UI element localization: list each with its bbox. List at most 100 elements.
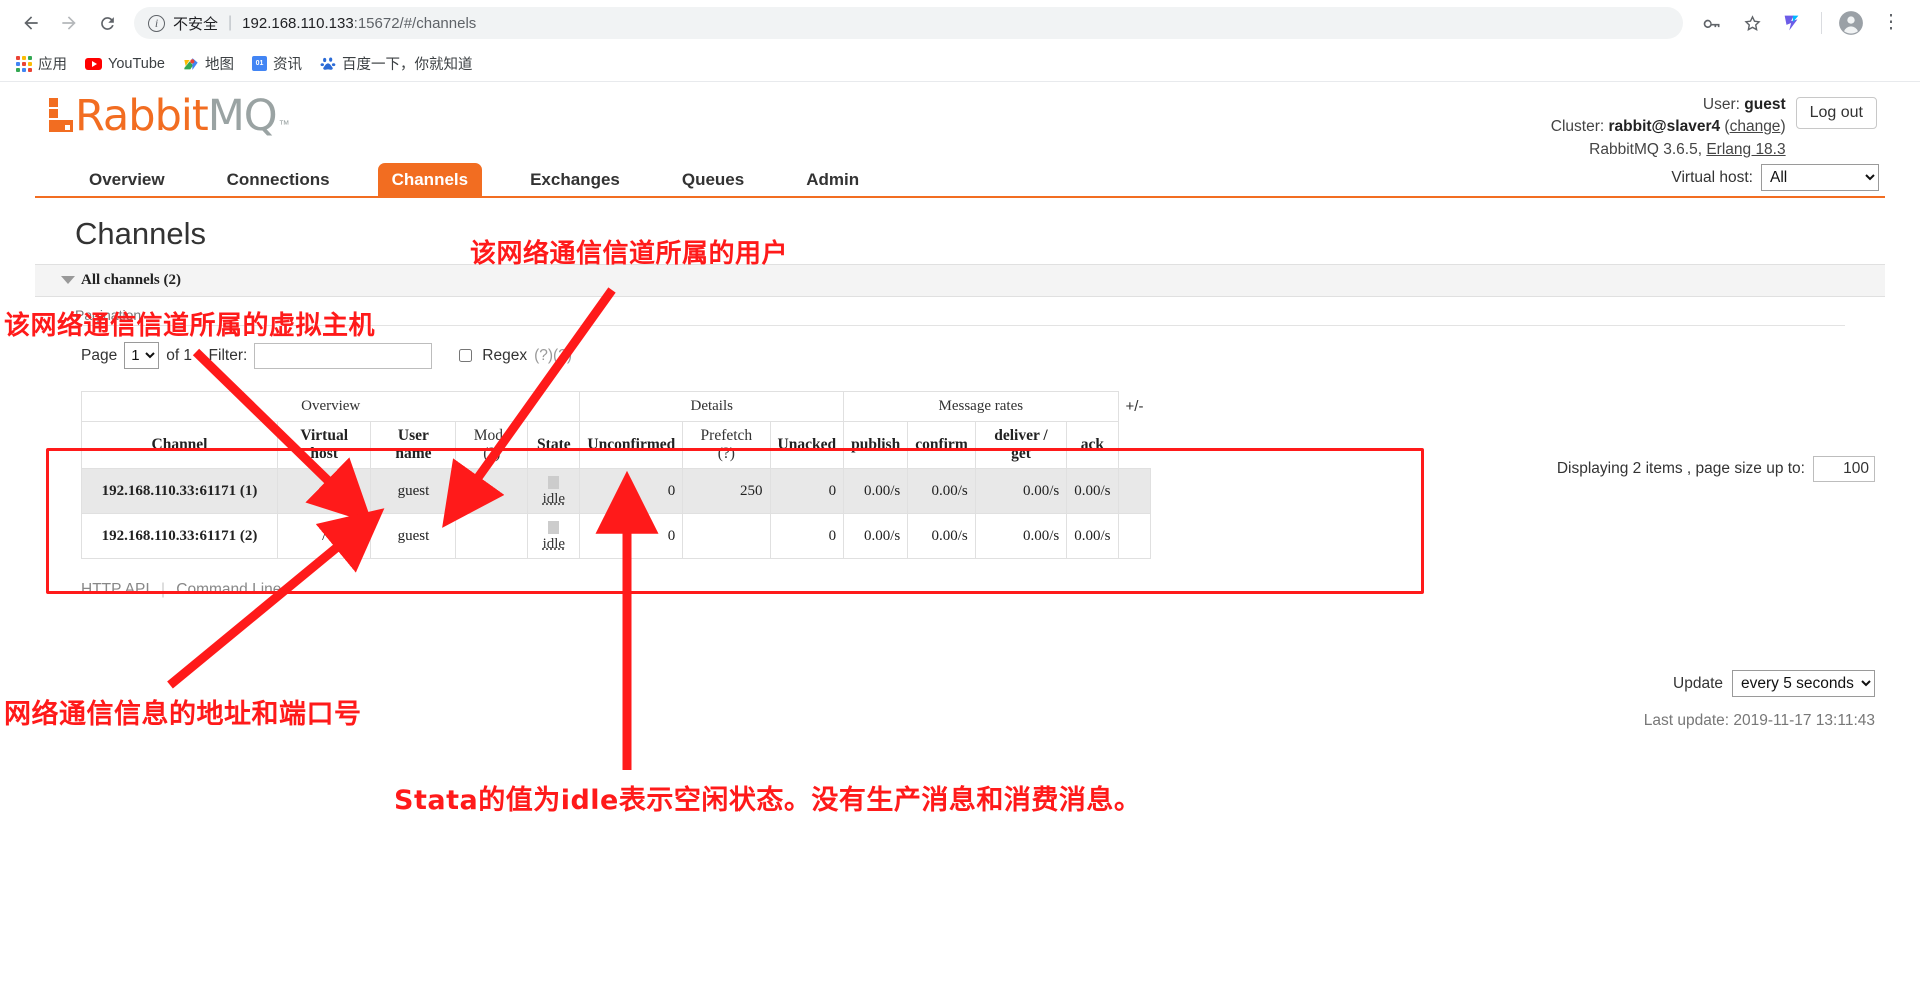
- reload-icon[interactable]: [90, 6, 124, 40]
- nav-list: Overview Connections Channels Exchanges …: [75, 163, 907, 196]
- apps-grid-icon: [16, 55, 32, 72]
- logo-rabbit-text: Rabbit: [75, 91, 209, 141]
- bookmark-label: YouTube: [108, 55, 165, 72]
- key-icon[interactable]: [1697, 8, 1727, 38]
- address-bar[interactable]: i 不安全 | 192.168.110.133:15672/#/channels: [134, 7, 1683, 39]
- browser-toolbar: i 不安全 | 192.168.110.133:15672/#/channels…: [0, 0, 1920, 46]
- nav-item-connections[interactable]: Connections: [213, 163, 344, 196]
- url-path: :15672/#/channels: [353, 14, 477, 32]
- update-label: Update: [1673, 674, 1723, 692]
- user-line: User: guest: [1551, 94, 1786, 116]
- user-name: guest: [1744, 96, 1786, 113]
- page-label: Page: [81, 346, 118, 364]
- annotation-text-3: 网络通信信息的地址和端口号: [4, 699, 362, 730]
- logo-trademark: ™: [278, 118, 290, 131]
- star-icon[interactable]: [1737, 8, 1767, 38]
- regex-checkbox[interactable]: [459, 349, 473, 362]
- browser-chrome: i 不安全 | 192.168.110.133:15672/#/channels…: [0, 0, 1920, 82]
- regex-label: Regex: [482, 346, 528, 364]
- youtube-icon: [85, 57, 102, 70]
- bookmark-maps[interactable]: 地图: [183, 53, 234, 74]
- filter-input[interactable]: [254, 342, 433, 369]
- nav-link-connections[interactable]: Connections: [213, 163, 344, 196]
- all-channels-label: All channels (2): [81, 272, 182, 288]
- nav-item-admin[interactable]: Admin: [792, 163, 873, 196]
- cluster-label: Cluster:: [1550, 118, 1605, 136]
- group-header-overview: Overview: [80, 391, 581, 422]
- displaying-text: Displaying 2 items , page size up to:: [1556, 460, 1805, 477]
- update-interval-control: Update every 5 seconds: [1673, 670, 1875, 697]
- bookmark-news[interactable]: 01 资讯: [251, 53, 302, 74]
- nav-item-queues[interactable]: Queues: [668, 163, 758, 196]
- virtual-host-selector: Virtual host: All: [1671, 164, 1879, 191]
- rabbitmq-version: RabbitMQ 3.6.5,: [1589, 140, 1703, 158]
- profile-avatar-icon[interactable]: [1836, 8, 1866, 38]
- chevron-down-icon[interactable]: [61, 276, 75, 284]
- bookmark-baidu[interactable]: 百度一下，你就知道: [320, 53, 473, 74]
- logo-wordmark: RabbitMQ: [75, 95, 278, 138]
- table-highlight-box: [46, 448, 1424, 594]
- baidu-icon: [320, 56, 336, 72]
- regex-help-icon[interactable]: (?)(?): [534, 347, 572, 365]
- url-text: 192.168.110.133:15672/#/channels: [242, 15, 476, 32]
- regex-option: Regex (?)(?): [455, 346, 572, 365]
- nav-link-admin[interactable]: Admin: [792, 163, 873, 196]
- url-host: 192.168.110.133: [242, 14, 354, 32]
- nav-item-exchanges[interactable]: Exchanges: [516, 163, 634, 196]
- bookmark-youtube[interactable]: YouTube: [85, 56, 165, 72]
- page-number-select[interactable]: 1: [124, 342, 160, 369]
- logo-mq-text: MQ: [207, 91, 278, 141]
- user-label: User:: [1702, 96, 1740, 113]
- logout-button[interactable]: Log out: [1795, 97, 1877, 129]
- nav-item-channels[interactable]: Channels: [377, 163, 483, 196]
- last-update-text: Last update: 2019-11-17 13:11:43: [1643, 712, 1875, 729]
- google-maps-icon: [183, 56, 199, 72]
- filter-label: - Filter:: [199, 346, 248, 364]
- url-divider: |: [228, 14, 233, 31]
- update-interval-select[interactable]: every 5 seconds: [1732, 670, 1875, 697]
- all-channels-section-header[interactable]: All channels (2): [35, 264, 1885, 297]
- nav-link-queues[interactable]: Queues: [668, 163, 758, 196]
- nav-item-overview[interactable]: Overview: [75, 163, 179, 196]
- rabbitmq-logo-mark-icon: [49, 97, 73, 132]
- bookmark-apps[interactable]: 应用: [16, 53, 67, 74]
- site-info-icon[interactable]: i: [148, 14, 165, 32]
- nav-link-channels[interactable]: Channels: [377, 163, 483, 196]
- toolbar-icon-group: ⋮: [1697, 8, 1906, 38]
- cluster-name: rabbit@slaver4: [1608, 118, 1721, 136]
- kebab-menu-icon[interactable]: ⋮: [1876, 8, 1906, 38]
- group-header-message-rates: Message rates: [843, 391, 1119, 422]
- nav-link-overview[interactable]: Overview: [75, 163, 179, 196]
- bookmark-label: 百度一下，你就知道: [341, 57, 473, 73]
- annotation-text-4: Stata的值为idle表示空闲状态。没有生产消息和消费消息。: [394, 785, 1142, 816]
- pagination-divider: [75, 325, 1845, 326]
- site-header: RabbitMQ ™ User: guest Cluster: rabbit@s…: [35, 82, 1885, 162]
- erlang-version-link[interactable]: Erlang 18.3: [1706, 141, 1785, 158]
- page-size-input[interactable]: [1813, 456, 1875, 482]
- nav-link-exchanges[interactable]: Exchanges: [516, 163, 634, 196]
- page-of-label: of 1: [166, 346, 193, 364]
- virtual-host-select[interactable]: All: [1761, 164, 1879, 191]
- rabbitmq-logo[interactable]: RabbitMQ ™: [49, 95, 290, 138]
- security-label: 不安全: [173, 15, 219, 33]
- bookmark-label: 资讯: [272, 57, 302, 73]
- header-right: User: guest Cluster: rabbit@slaver4 (cha…: [1551, 94, 1877, 161]
- pagination-controls: Page 1 of 1 - Filter: Regex (?)(?): [81, 342, 1885, 369]
- version-line: RabbitMQ 3.6.5, Erlang 18.3: [1551, 139, 1785, 161]
- forward-arrow-icon[interactable]: [52, 6, 86, 40]
- header-info-block: User: guest Cluster: rabbit@slaver4 (cha…: [1551, 94, 1786, 161]
- toolbar-divider: [1821, 12, 1822, 34]
- back-arrow-icon[interactable]: [14, 6, 48, 40]
- extension-bird-icon[interactable]: [1777, 8, 1807, 38]
- pagination-label: Pagination: [75, 307, 142, 323]
- table-group-header-row: Overview Details Message rates +/-: [80, 391, 1151, 469]
- cluster-change-link[interactable]: change: [1730, 118, 1781, 135]
- google-news-icon: 01: [251, 56, 267, 71]
- cluster-line: Cluster: rabbit@slaver4 (change): [1550, 118, 1786, 136]
- group-header-details: Details: [579, 391, 845, 422]
- main-navigation: Overview Connections Channels Exchanges …: [35, 162, 1885, 198]
- bookmark-label: 地图: [204, 57, 234, 73]
- bookmarks-bar: 应用 YouTube 地图 01 资讯 百度一下，你就知道: [0, 46, 1920, 82]
- displaying-items-block: Displaying 2 items , page size up to:: [1557, 456, 1875, 482]
- page-title: Channels: [75, 216, 206, 251]
